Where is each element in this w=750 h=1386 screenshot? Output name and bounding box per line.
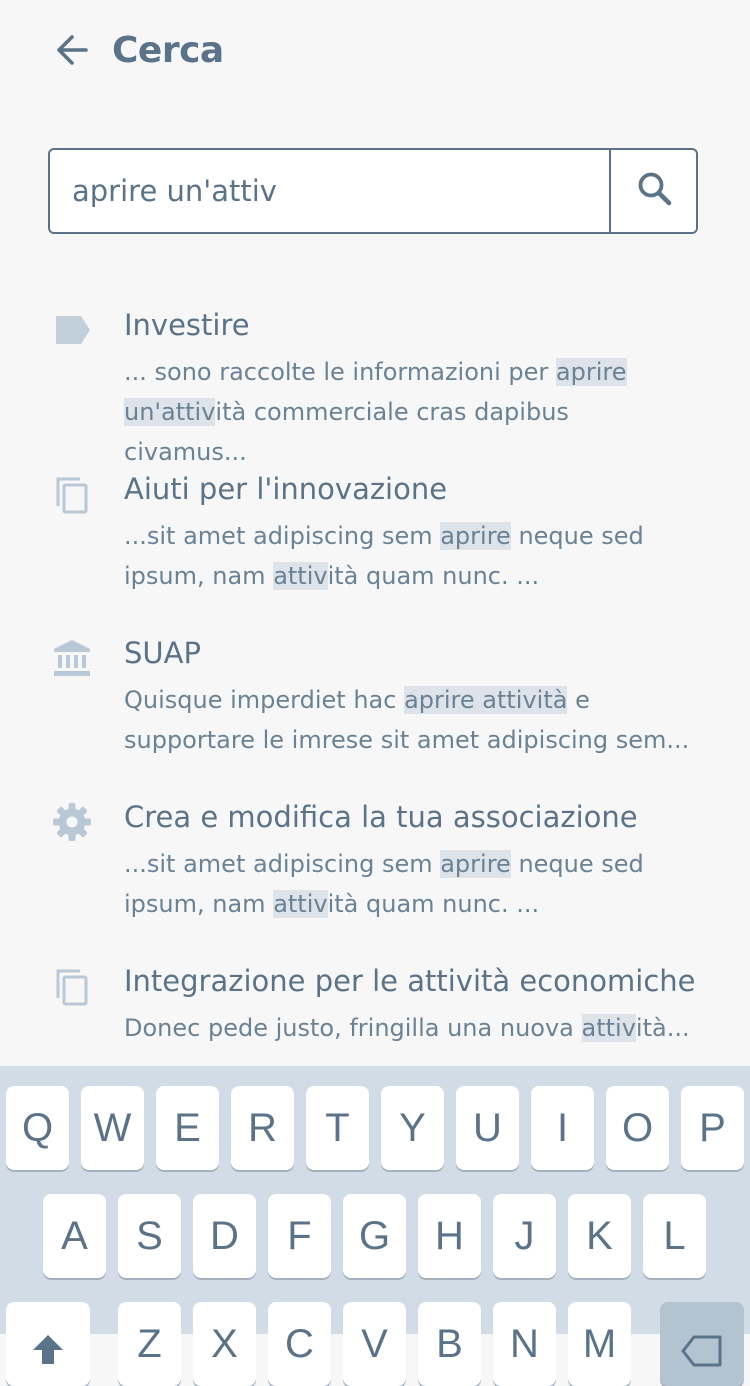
result-snippet: ...sit amet adipiscing sem aprire neque …: [124, 516, 694, 596]
key-a[interactable]: A: [43, 1194, 106, 1278]
snippet-text: Quisque imperdiet hac: [124, 686, 405, 714]
snippet-text: ità quam nunc. ...: [327, 890, 540, 918]
snippet-text: neque sed: [510, 522, 644, 550]
key-q[interactable]: Q: [6, 1086, 69, 1170]
result-snippet: ...sit amet adipiscing sem aprire neque …: [124, 844, 694, 924]
search-button[interactable]: [611, 150, 698, 232]
snippet-text: ità quam nunc. ...: [327, 562, 540, 590]
key-g[interactable]: G: [343, 1194, 406, 1278]
snippet-highlight: aprire attività: [404, 686, 568, 714]
snippet-line: ... sono raccolte le informazioni per ap…: [124, 352, 694, 392]
header: Cerca: [52, 26, 224, 74]
result-title: Crea e modifica la tua associazione: [124, 800, 638, 834]
key-n[interactable]: N: [493, 1302, 556, 1386]
key-h[interactable]: H: [418, 1194, 481, 1278]
key-s[interactable]: S: [118, 1194, 181, 1278]
search-box: [48, 148, 698, 234]
page-title: Cerca: [112, 29, 224, 71]
key-w[interactable]: W: [81, 1086, 144, 1170]
copy-icon: [52, 474, 92, 514]
key-v[interactable]: V: [343, 1302, 406, 1386]
key-z[interactable]: Z: [118, 1302, 181, 1386]
shift-key[interactable]: [6, 1302, 90, 1386]
key-d[interactable]: D: [193, 1194, 256, 1278]
snippet-highlight: attiv: [273, 890, 328, 918]
snippet-line: Quisque imperdiet hac aprire attività e: [124, 680, 694, 720]
snippet-line: ipsum, nam attività quam nunc. ...: [124, 884, 694, 924]
snippet-highlight: attiv: [273, 562, 328, 590]
snippet-text: ...sit amet adipiscing sem: [124, 850, 441, 878]
snippet-highlight: attiv: [581, 1014, 636, 1042]
key-m[interactable]: M: [568, 1302, 631, 1386]
key-p[interactable]: P: [681, 1086, 744, 1170]
key-r[interactable]: R: [231, 1086, 294, 1170]
snippet-text: ...sit amet adipiscing sem: [124, 522, 441, 550]
snippet-text: e: [567, 686, 590, 714]
search-icon: [635, 169, 675, 213]
snippet-line: supportare le imrese sit amet adipiscing…: [124, 720, 694, 760]
snippet-highlight: aprire: [440, 522, 511, 550]
key-i[interactable]: I: [531, 1086, 594, 1170]
result-title: SUAP: [124, 636, 201, 670]
backspace-key[interactable]: [660, 1302, 744, 1386]
snippet-text: Donec pede justo, fringilla una nuova: [124, 1014, 582, 1042]
result-snippet: Quisque imperdiet hac aprire attività es…: [124, 680, 694, 760]
snippet-line: ...sit amet adipiscing sem aprire neque …: [124, 844, 694, 884]
key-o[interactable]: O: [606, 1086, 669, 1170]
snippet-text: ipsum, nam: [124, 562, 274, 590]
backspace-icon: [680, 1333, 724, 1379]
snippet-line: Donec pede justo, fringilla una nuova at…: [124, 1008, 694, 1048]
snippet-line: un'attività commerciale cras dapibus civ…: [124, 392, 694, 472]
snippet-text: neque sed: [510, 850, 644, 878]
snippet-text: supportare le imrese sit amet adipiscing…: [124, 726, 690, 754]
key-b[interactable]: B: [418, 1302, 481, 1386]
key-u[interactable]: U: [456, 1086, 519, 1170]
keyboard: Q W E R T Y U I O P A S D F G H J K L Z …: [0, 1066, 750, 1386]
snippet-highlight: aprire: [555, 358, 627, 386]
key-x[interactable]: X: [193, 1302, 256, 1386]
copy-icon: [52, 966, 92, 1006]
snippet-text: ità...: [635, 1014, 690, 1042]
gear-icon: [52, 802, 92, 842]
key-t[interactable]: T: [306, 1086, 369, 1170]
arrow-left-icon[interactable]: [52, 30, 92, 70]
snippet-line: ...sit amet adipiscing sem aprire neque …: [124, 516, 694, 556]
result-snippet: Donec pede justo, fringilla una nuova at…: [124, 1008, 694, 1048]
snippet-highlight: un'attiv: [124, 398, 216, 426]
result-title: Integrazione per le attività economiche: [124, 964, 696, 998]
tag-icon: [52, 310, 92, 350]
snippet-text: ... sono raccolte le informazioni per: [124, 358, 556, 386]
key-c[interactable]: C: [268, 1302, 331, 1386]
bank-icon: [52, 638, 92, 678]
key-l[interactable]: L: [643, 1194, 706, 1278]
snippet-text: ipsum, nam: [124, 890, 274, 918]
key-f[interactable]: F: [268, 1194, 331, 1278]
snippet-line: ipsum, nam attività quam nunc. ...: [124, 556, 694, 596]
result-title: Investire: [124, 308, 250, 342]
result-snippet: ... sono raccolte le informazioni per ap…: [124, 352, 694, 472]
key-k[interactable]: K: [568, 1194, 631, 1278]
key-j[interactable]: J: [493, 1194, 556, 1278]
result-title: Aiuti per l'innovazione: [124, 472, 448, 506]
snippet-highlight: aprire: [440, 850, 511, 878]
search-input[interactable]: [50, 150, 610, 232]
key-e[interactable]: E: [156, 1086, 219, 1170]
shift-icon: [30, 1331, 66, 1377]
key-y[interactable]: Y: [381, 1086, 444, 1170]
